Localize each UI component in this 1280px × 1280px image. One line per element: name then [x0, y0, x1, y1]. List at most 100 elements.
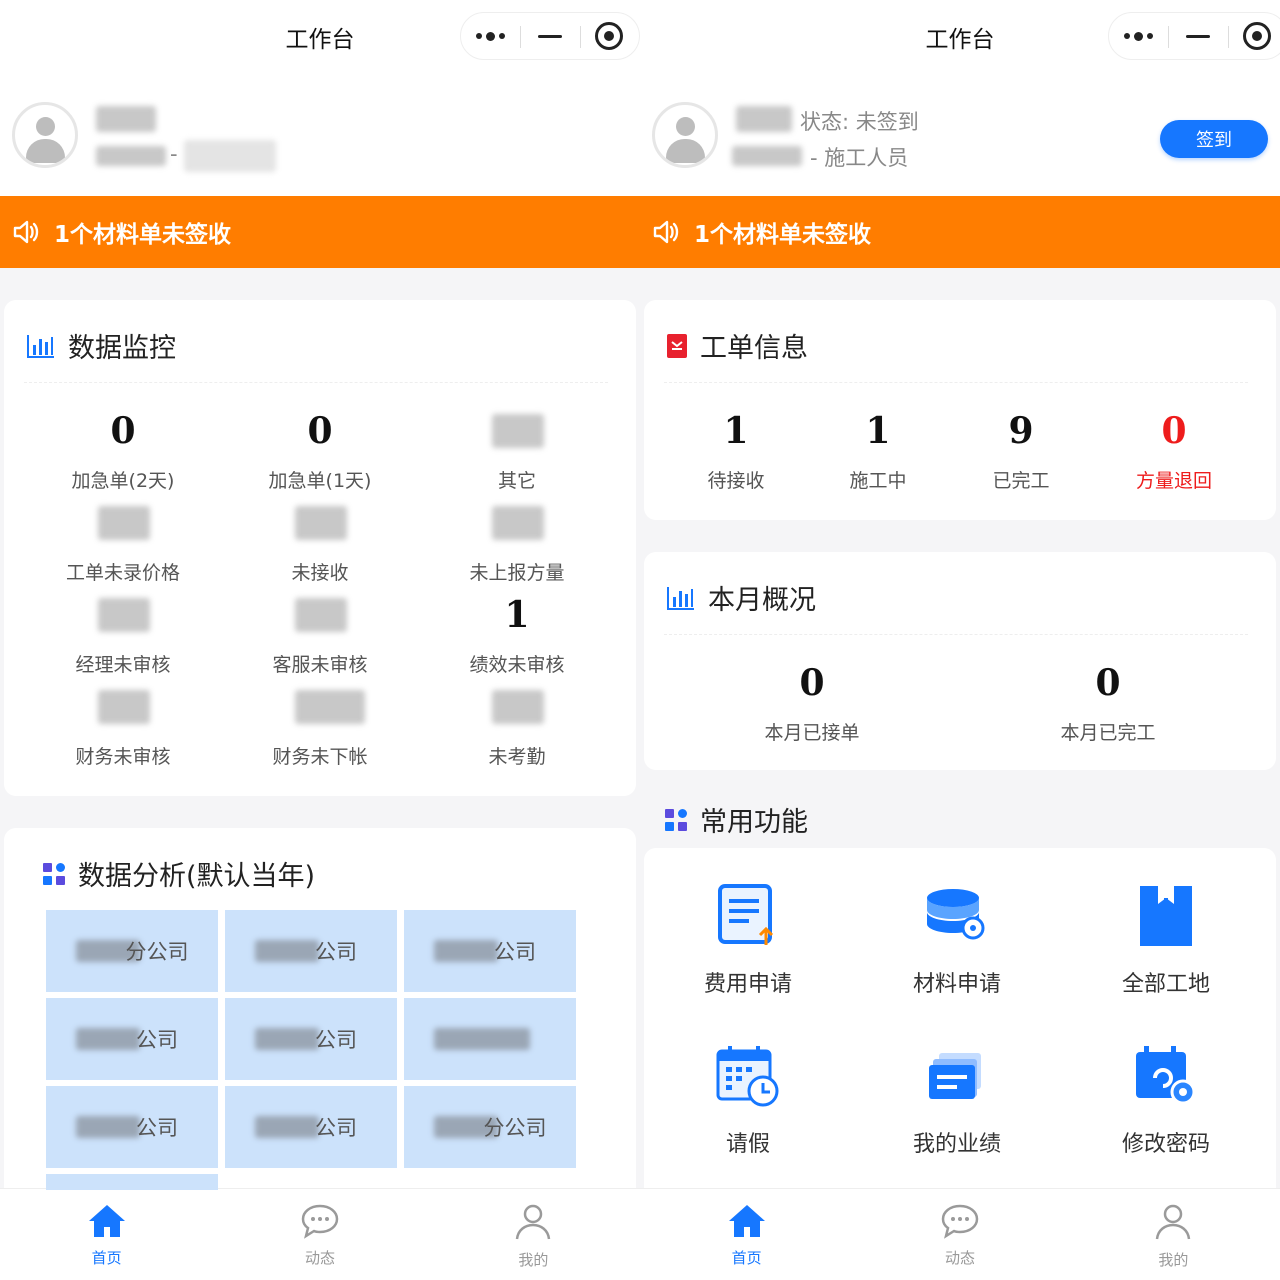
minus-icon [1185, 34, 1210, 38]
workorder-stat[interactable]: 0 方量退回 [1104, 408, 1244, 493]
sign-in-button[interactable]: 签到 [1160, 120, 1268, 158]
monitor-stat[interactable]: 0 加急单(1天) [240, 408, 400, 493]
function-label: 费用申请 [703, 972, 792, 997]
company-cell[interactable]: 分公司 [46, 910, 218, 992]
workorder-stat[interactable]: 1 待接收 [666, 408, 806, 493]
stat-value-blurred [98, 690, 150, 724]
notice-bar[interactable]: 1个材料单未签收 [640, 196, 1280, 268]
analysis-title: 数据分析(默认当年) [42, 854, 315, 893]
workorder-stat[interactable]: 1 施工中 [808, 408, 948, 493]
monitor-stat[interactable]: 经理未审核 [43, 592, 203, 677]
workorder-title: 工单信息 [666, 326, 808, 365]
app-root: 工作台 - 1个材料单未签收 数据监控 数据分析(默认当年) 首页 动态 我的 … [0, 0, 1280, 1280]
function-calendar-clock[interactable]: 请假 [653, 1040, 843, 1158]
notice-bar[interactable]: 1个材料单未签收 [0, 196, 640, 268]
stat-value-blurred [295, 506, 347, 540]
function-expense-doc[interactable]: 费用申请 [653, 880, 843, 998]
tab-home[interactable]: 首页 [0, 1189, 213, 1280]
close-button[interactable] [1227, 13, 1280, 59]
function-folder[interactable]: 全部工地 [1071, 880, 1261, 998]
company-cell[interactable]: 公司 [225, 1086, 397, 1168]
stat-value [43, 500, 203, 546]
monitor-stat[interactable]: 其它 [437, 408, 597, 493]
more-button[interactable] [1109, 13, 1168, 59]
stat-label: 财务未审核 [75, 746, 171, 768]
company-cell[interactable]: 公司 [404, 910, 576, 992]
monitor-stat[interactable]: 财务未下帐 [240, 684, 400, 769]
stat-label: 已完工 [992, 470, 1050, 492]
function-calendar-gear[interactable]: 修改密码 [1071, 1040, 1261, 1158]
tab-user[interactable]: 我的 [427, 1189, 640, 1280]
function-label: 材料申请 [912, 972, 1001, 997]
stat-value: 9 [1008, 410, 1034, 452]
function-stack[interactable]: 我的业绩 [862, 1040, 1052, 1158]
tab-label: 我的 [518, 1251, 549, 1269]
user-name-blurred [96, 106, 156, 132]
company-name: 公司 [315, 1116, 357, 1140]
monitor-stat[interactable]: 未上报方量 [437, 500, 597, 585]
nav-bar: 工作台 [640, 0, 1280, 72]
stat-value-blurred [492, 414, 544, 448]
left-screen: 工作台 - 1个材料单未签收 数据监控 数据分析(默认当年) 首页 动态 我的 … [0, 0, 640, 1280]
tab-bar: 首页 动态 我的 [640, 1188, 1280, 1280]
stat-label: 绩效未审核 [469, 654, 565, 676]
bar-chart-icon [27, 334, 54, 358]
calendar-gear-icon [1071, 1040, 1261, 1112]
monitor-stat[interactable]: 客服未审核 [240, 592, 400, 677]
user-dash: - [170, 142, 178, 166]
stat-value [240, 684, 400, 730]
stat-value: 0 [1095, 662, 1121, 704]
avatar[interactable] [652, 102, 718, 168]
stat-value-blurred [295, 598, 347, 632]
stat-value [437, 500, 597, 546]
calendar-clock-icon [653, 1040, 843, 1112]
month-stat[interactable]: 0 本月已完工 [1018, 660, 1198, 745]
tab-label: 动态 [944, 1249, 975, 1267]
minimize-button[interactable] [1168, 13, 1227, 59]
monitor-stat[interactable]: 0 加急单(2天) [43, 408, 203, 493]
stat-value [437, 684, 597, 730]
company-name-blurred [434, 1028, 530, 1050]
stat-value-blurred [492, 690, 544, 724]
stack-icon [862, 1040, 1052, 1112]
minimize-button[interactable] [520, 13, 579, 59]
tab-user[interactable]: 我的 [1067, 1189, 1280, 1280]
monitor-stat[interactable]: 未考勤 [437, 684, 597, 769]
tab-bar: 首页 动态 我的 [0, 1188, 640, 1280]
close-button[interactable] [579, 13, 639, 59]
mini-program-capsule [460, 12, 640, 60]
monitor-stat[interactable]: 财务未审核 [43, 684, 203, 769]
monitor-title: 数据监控 [26, 326, 176, 365]
tab-chat[interactable]: 动态 [213, 1189, 426, 1280]
workorder-stat[interactable]: 9 已完工 [951, 408, 1091, 493]
function-database[interactable]: 材料申请 [862, 880, 1052, 998]
stat-value: 0 [799, 662, 825, 704]
company-cell[interactable]: 分公司 [404, 1086, 576, 1168]
user-icon [1153, 1203, 1193, 1245]
monitor-stat[interactable]: 1 绩效未审核 [437, 592, 597, 677]
company-cell[interactable]: 公司 [225, 998, 397, 1080]
avatar[interactable] [12, 102, 78, 168]
function-label: 我的业绩 [912, 1132, 1001, 1157]
company-name: 公司 [315, 940, 357, 964]
company-cell[interactable] [404, 998, 576, 1080]
month-stat[interactable]: 0 本月已接单 [722, 660, 902, 745]
monitor-stat[interactable]: 未接收 [240, 500, 400, 585]
company-cell[interactable] [46, 1174, 218, 1190]
stat-value [43, 684, 203, 730]
stat-label: 加急单(2天) [71, 470, 175, 492]
target-icon [1243, 22, 1272, 50]
more-dots-icon [1124, 31, 1154, 41]
functions-title: 常用功能 [664, 800, 808, 839]
company-name: 公司 [315, 1028, 357, 1052]
tab-home[interactable]: 首页 [640, 1189, 853, 1280]
monitor-stat[interactable]: 工单未录价格 [43, 500, 203, 585]
divider [664, 382, 1248, 383]
company-cell[interactable]: 公司 [225, 910, 397, 992]
tab-label: 首页 [91, 1249, 122, 1267]
more-button[interactable] [461, 13, 520, 59]
tab-chat[interactable]: 动态 [853, 1189, 1066, 1280]
stat-value: 0 [1161, 410, 1187, 452]
company-cell[interactable]: 公司 [46, 1086, 218, 1168]
company-cell[interactable]: 公司 [46, 998, 218, 1080]
